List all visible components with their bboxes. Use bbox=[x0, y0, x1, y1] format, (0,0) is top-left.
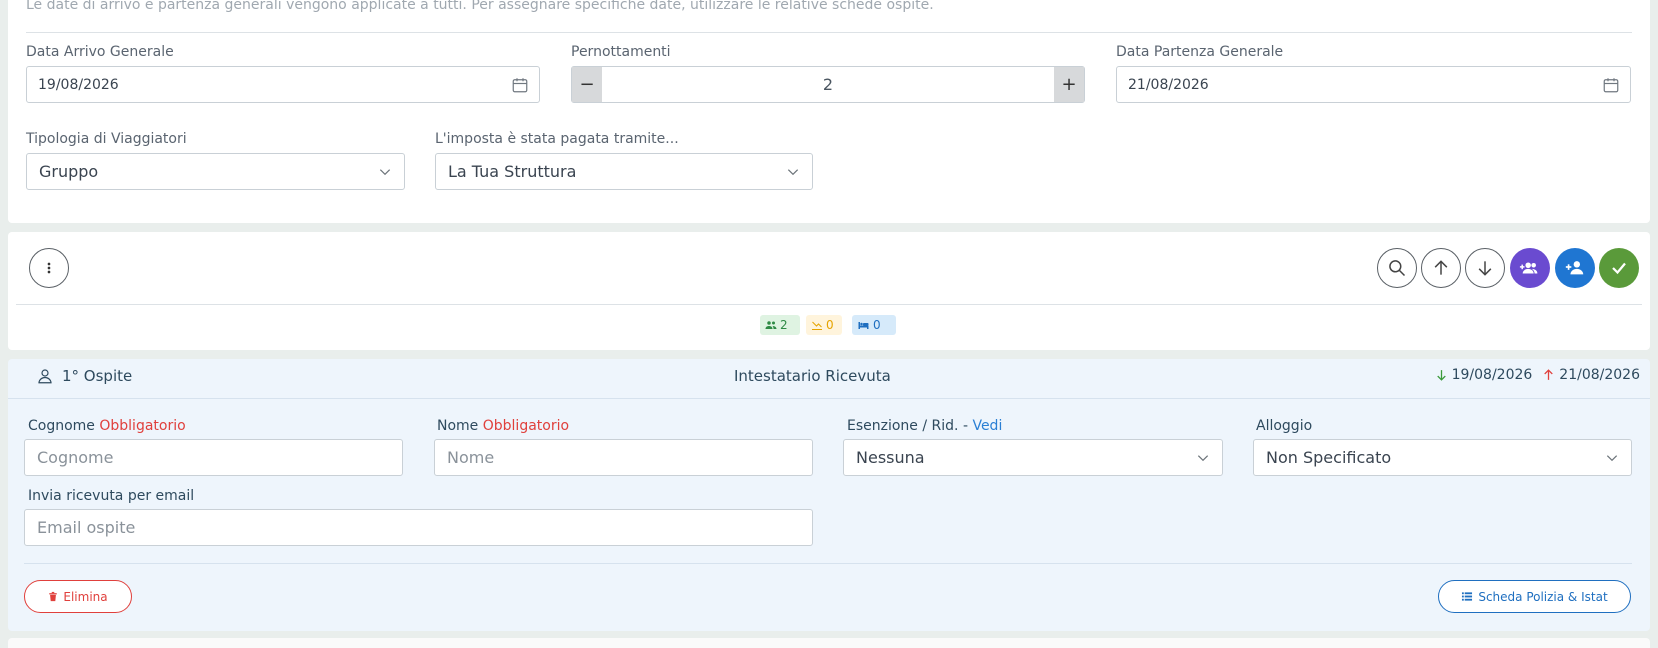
add-guest-button[interactable] bbox=[1555, 248, 1595, 288]
list-icon bbox=[1462, 592, 1473, 601]
bed-icon bbox=[858, 322, 869, 329]
surname-input[interactable]: Cognome bbox=[24, 439, 403, 476]
travelers-type-value: Gruppo bbox=[39, 162, 99, 181]
user-icon bbox=[38, 369, 52, 384]
confirm-button[interactable] bbox=[1599, 248, 1639, 288]
lodging-label: Alloggio bbox=[1256, 418, 1313, 434]
tax-paid-label: L'imposta è stata pagata tramite... bbox=[435, 131, 679, 147]
delete-label: Elimina bbox=[63, 589, 108, 604]
add-group-button[interactable] bbox=[1510, 248, 1550, 288]
surname-label-text: Cognome bbox=[28, 418, 95, 434]
police-istat-label: Scheda Polizia & Istat bbox=[1478, 589, 1608, 604]
person-down-icon bbox=[812, 321, 822, 330]
general-dates-notice: Le date di arrivo e partenza generali ve… bbox=[26, 0, 934, 13]
guests-count: 2 bbox=[780, 318, 788, 332]
chevron-down-icon bbox=[379, 169, 391, 176]
beds-count-badge: 0 bbox=[852, 315, 896, 335]
next-card bbox=[8, 638, 1650, 648]
surname-label: Cognome Obbligatorio bbox=[28, 418, 186, 434]
calendar-icon[interactable] bbox=[1602, 76, 1620, 94]
add-person-icon bbox=[1565, 261, 1584, 275]
search-button[interactable] bbox=[1377, 248, 1417, 288]
surname-required: Obbligatorio bbox=[99, 418, 186, 434]
exemption-see-link[interactable]: Vedi bbox=[972, 418, 1002, 434]
exempt-count: 0 bbox=[826, 318, 834, 332]
exemption-value: Nessuna bbox=[856, 448, 925, 467]
delete-guest-button[interactable]: Elimina bbox=[24, 580, 132, 613]
departure-label: Data Partenza Generale bbox=[1116, 44, 1284, 60]
guest-departure-date: 21/08/2026 bbox=[1559, 367, 1640, 383]
arrival-label: Data Arrivo Generale bbox=[26, 44, 174, 60]
chevron-down-icon bbox=[1606, 455, 1618, 462]
departure-date-input[interactable]: 21/08/2026 bbox=[1116, 66, 1631, 103]
guests-count-badge: 2 bbox=[760, 315, 800, 335]
add-group-icon bbox=[1519, 262, 1538, 274]
move-up-button[interactable] bbox=[1421, 248, 1461, 288]
lodging-value: Non Specificato bbox=[1266, 448, 1392, 467]
arrow-up-icon bbox=[1544, 369, 1554, 380]
guest-title: 1° Ospite bbox=[36, 367, 132, 385]
lodging-select[interactable]: Non Specificato bbox=[1253, 439, 1632, 476]
receipt-holder-label: Intestatario Ricevuta bbox=[734, 367, 891, 385]
nights-label: Pernottamenti bbox=[571, 44, 671, 60]
tax-paid-value: La Tua Struttura bbox=[448, 162, 577, 181]
guest-card bbox=[8, 359, 1650, 631]
email-placeholder: Email ospite bbox=[37, 518, 136, 537]
trash-icon bbox=[49, 591, 58, 602]
guest-arrival-date: 19/08/2026 bbox=[1451, 367, 1533, 383]
guest-dates: 19/08/2026 21/08/2026 bbox=[1435, 367, 1640, 383]
email-label: Invia ricevuta per email bbox=[28, 488, 195, 504]
check-icon bbox=[1612, 262, 1626, 275]
arrow-up-icon bbox=[1434, 260, 1448, 275]
name-placeholder: Nome bbox=[447, 448, 495, 467]
chevron-down-icon bbox=[787, 169, 799, 176]
divider bbox=[16, 304, 1642, 305]
nights-increment-button[interactable]: + bbox=[1054, 67, 1084, 102]
divider bbox=[24, 563, 1632, 564]
nights-decrement-button[interactable]: − bbox=[572, 67, 602, 102]
name-label-text: Nome bbox=[437, 418, 479, 434]
name-label: Nome Obbligatorio bbox=[437, 418, 569, 434]
chevron-down-icon bbox=[1197, 455, 1209, 462]
arrival-date-input[interactable]: 19/08/2026 bbox=[26, 66, 540, 103]
beds-count: 0 bbox=[873, 318, 881, 332]
exemption-label-text: Esenzione / Rid. - bbox=[847, 418, 968, 434]
arrow-down-icon bbox=[1478, 261, 1492, 276]
calendar-icon[interactable] bbox=[511, 76, 529, 94]
email-input[interactable]: Email ospite bbox=[24, 509, 813, 546]
search-icon bbox=[1389, 260, 1406, 277]
more-options-button[interactable] bbox=[29, 248, 69, 288]
divider bbox=[26, 32, 1632, 33]
move-down-button[interactable] bbox=[1465, 248, 1505, 288]
nights-stepper[interactable]: − 2 + bbox=[571, 66, 1085, 103]
travelers-type-label: Tipologia di Viaggiatori bbox=[26, 131, 187, 147]
police-istat-form-button[interactable]: Scheda Polizia & Istat bbox=[1438, 580, 1631, 613]
nights-value[interactable]: 2 bbox=[602, 67, 1054, 102]
travelers-type-select[interactable]: Gruppo bbox=[26, 153, 405, 190]
surname-placeholder: Cognome bbox=[37, 448, 114, 467]
exempt-count-badge: 0 bbox=[806, 315, 842, 335]
name-required: Obbligatorio bbox=[482, 418, 570, 434]
tax-paid-select[interactable]: La Tua Struttura bbox=[435, 153, 813, 190]
arrow-down-icon bbox=[1436, 370, 1446, 381]
dots-vertical-icon bbox=[47, 262, 51, 274]
exemption-label: Esenzione / Rid. - Vedi bbox=[847, 418, 1002, 434]
guest-title-text: 1° Ospite bbox=[62, 367, 133, 385]
arrival-date-value: 19/08/2026 bbox=[38, 76, 119, 93]
name-input[interactable]: Nome bbox=[434, 439, 813, 476]
exemption-select[interactable]: Nessuna bbox=[843, 439, 1223, 476]
users-icon bbox=[765, 321, 777, 329]
departure-date-value: 21/08/2026 bbox=[1128, 76, 1209, 93]
